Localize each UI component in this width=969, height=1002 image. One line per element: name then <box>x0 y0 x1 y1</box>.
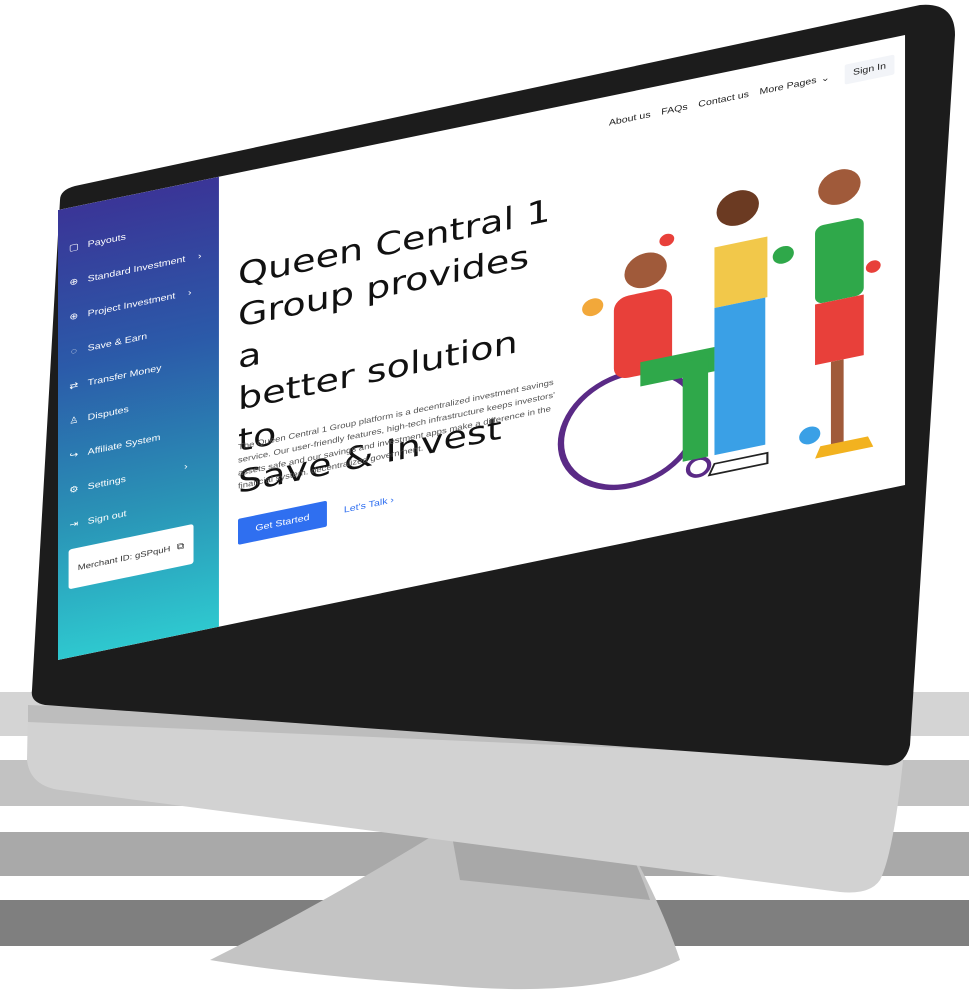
sign-out-icon: ⇥ <box>69 518 79 530</box>
user-icon: ♙ <box>69 414 79 427</box>
lets-talk-link[interactable]: Let's Talk › <box>344 495 394 515</box>
gear-icon: ⚙ <box>69 483 79 496</box>
woman-head <box>716 190 759 226</box>
get-started-button[interactable]: Get Started <box>237 500 327 545</box>
sidebar-item-standard-investment[interactable]: ⊕ Standard Investment › <box>69 248 202 291</box>
sidebar-item-save-earn[interactable]: ◌ Save & Earn <box>69 328 147 360</box>
globe-icon: ⊕ <box>69 276 79 288</box>
merchant-id-card: Merchant ID: gSPquH ⧉ <box>68 523 194 590</box>
woman-pants <box>714 297 766 456</box>
man-shoes <box>815 436 874 459</box>
chevron-right-icon: › <box>198 250 202 262</box>
sign-in-button[interactable]: Sign In <box>844 54 895 85</box>
man-legs <box>830 359 844 449</box>
chevron-right-icon: › <box>184 461 188 472</box>
coin-icon <box>582 298 604 317</box>
coin-icon <box>799 426 821 445</box>
sidebar: ▢ Payouts ⊕ Standard Investment › ⊕ Proj… <box>58 176 219 661</box>
woman-shoes <box>707 451 769 477</box>
share-icon: ↪ <box>69 449 79 461</box>
nav-faqs[interactable]: FAQs <box>661 102 687 117</box>
sidebar-item-settings[interactable]: ⚙ Settings › <box>69 458 188 498</box>
chevron-right-icon: › <box>188 287 192 298</box>
man-head <box>818 169 861 205</box>
globe-icon: ⊕ <box>69 310 79 323</box>
shuffle-icon: ⇄ <box>69 380 79 392</box>
nav-more-pages[interactable]: More Pages ⌄ <box>760 73 830 97</box>
man-shorts <box>815 294 864 366</box>
merchant-id: Merchant ID: gSPquH <box>77 544 171 572</box>
copy-icon[interactable]: ⧉ <box>177 541 185 552</box>
woman-top <box>714 236 768 309</box>
sidebar-item-transfer-money[interactable]: ⇄ Transfer Money <box>69 360 161 395</box>
nav-about[interactable]: About us <box>609 110 651 128</box>
coin-icon <box>659 233 675 247</box>
person-head <box>624 252 667 289</box>
coin-icon <box>865 260 881 273</box>
chevron-down-icon: ⌄ <box>820 73 830 85</box>
sidebar-item-project-investment[interactable]: ⊕ Project Investment › <box>69 285 192 326</box>
piggy-bank-icon: ◌ <box>70 345 78 357</box>
man-shirt <box>815 218 864 304</box>
nav-contact[interactable]: Contact us <box>698 90 749 110</box>
wheel <box>557 368 702 491</box>
sidebar-item-sign-out[interactable]: ⇥ Sign out <box>69 506 126 534</box>
sidebar-item-disputes[interactable]: ♙ Disputes <box>69 401 129 429</box>
sidebar-item-payouts[interactable]: ▢ Payouts <box>69 229 126 256</box>
sidebar-item-affiliate-system[interactable]: ↪ Affiliate System <box>69 429 160 464</box>
wallet-icon: ▢ <box>68 241 79 254</box>
person-legs <box>682 356 709 462</box>
coin-icon <box>772 245 794 264</box>
people-illustration <box>557 169 881 491</box>
